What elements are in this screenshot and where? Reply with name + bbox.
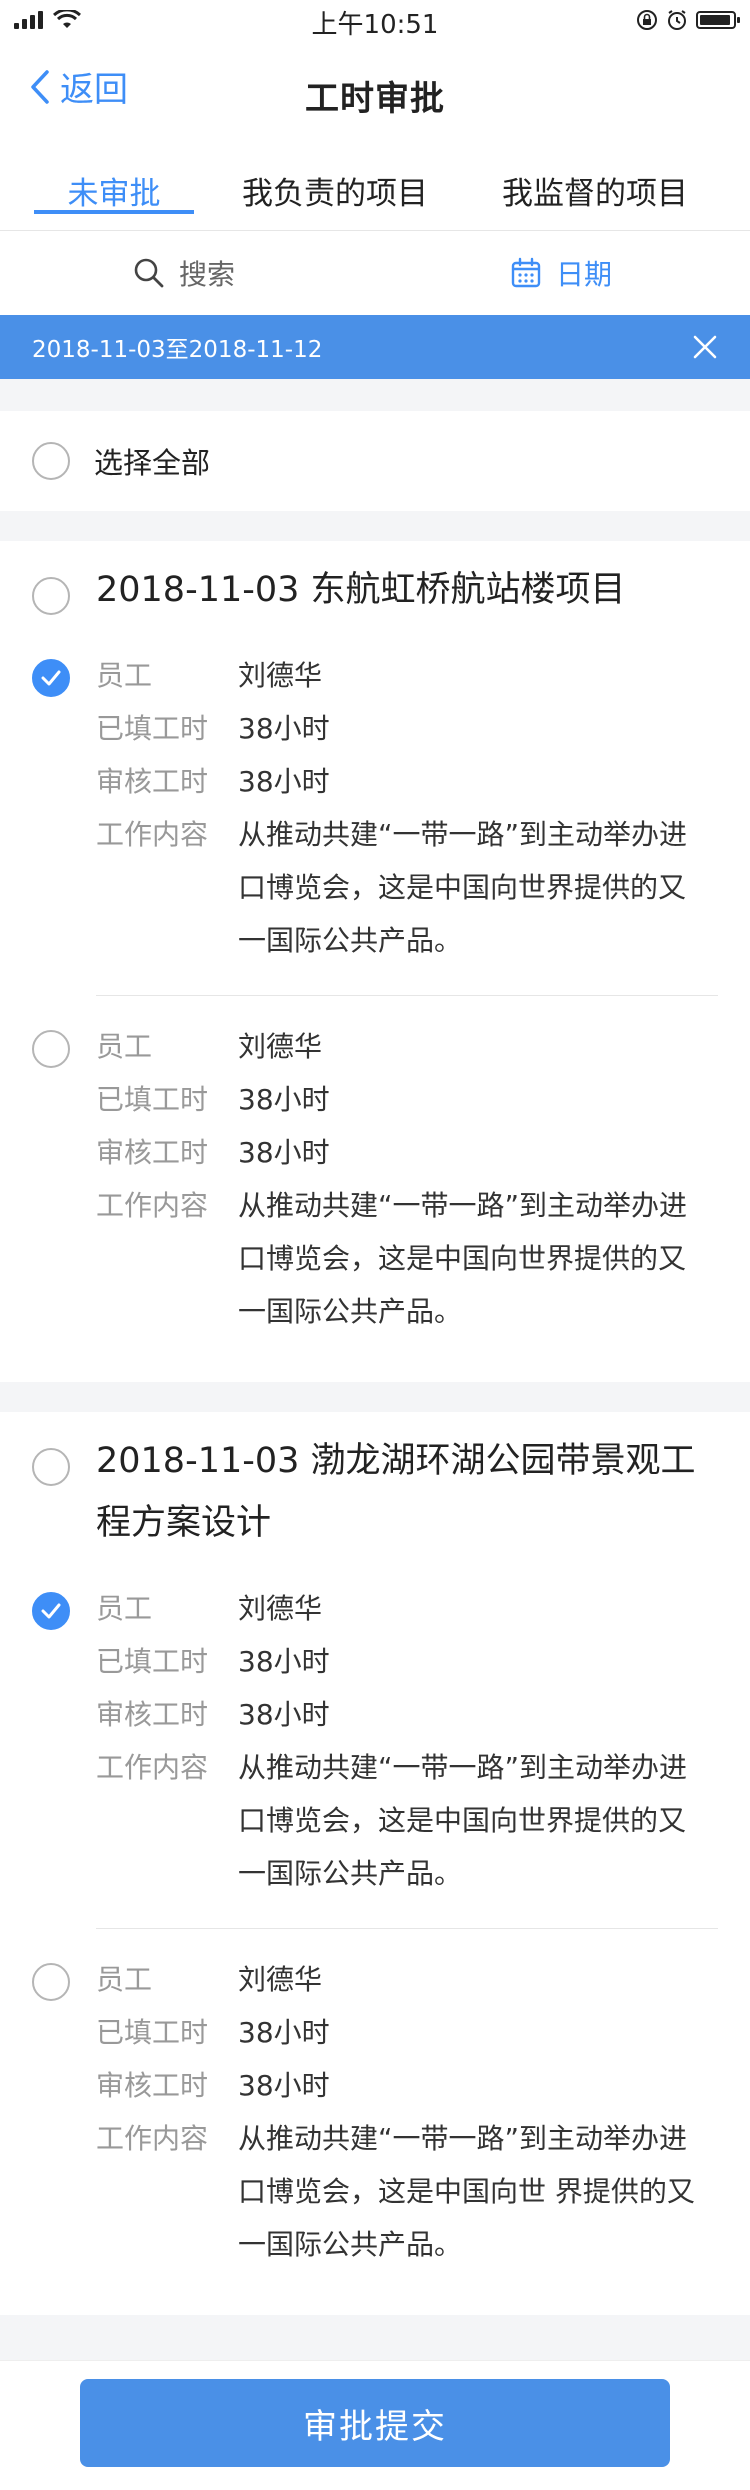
filled-hours-label: 已填工时 [96,1083,209,1116]
project-card: 2018-11-03 渤龙湖环湖公园带景观工程方案设计 员工 刘德华 已填工时 38… [0,1412,750,2315]
filled-hours-label: 已填工时 [96,712,209,745]
entry-item: 员工 刘德华 已填工时 38小时 审核工时 38小时 工作内容 从推动共建“一带一路”到… [0,1582,750,1929]
project-header[interactable]: 2018-11-03 渤龙湖环湖公园带景观工程方案设计 [0,1412,750,1582]
alarm-icon [668,10,686,30]
employee-label: 员工 [96,1963,153,1996]
audited-hours-value: 38小时 [238,1698,330,1731]
battery-icon [696,11,740,29]
date-filter-banner: 2018-11-03至2018-11-12 [0,315,750,379]
signal-icon [14,11,43,29]
search-icon [134,258,164,288]
search-button[interactable]: 搜索 [133,253,235,293]
entry-item: 员工 刘德华 已填工时 38小时 审核工时 38小时 工作内容 从推动共建“一带一路”到… [0,1020,750,1366]
filled-hours-value: 38小时 [238,1645,330,1678]
audited-hours-label: 审核工时 [96,1698,209,1731]
tab-pending[interactable]: 未审批 [34,150,194,214]
date-button[interactable]: 日期 [510,253,612,293]
tab-supervised-projects[interactable]: 我监督的项目 [490,150,700,213]
status-right [636,9,740,31]
spacer [0,511,750,541]
work-content-value: 从推动共建“一带一路”到主动举办进口博览会，这是中国向世界提供的又一国际公共产品… [238,1751,688,1890]
date-label: 日期 [556,258,613,291]
work-content-value: 从推动共建“一带一路”到主动举办进口博览会，这是中国向世界提供的又一国际公共产品… [238,1189,688,1328]
chevron-left-icon [31,69,49,104]
check-icon [41,670,61,686]
back-label: 返回 [60,70,128,110]
filled-hours-value: 38小时 [238,2016,330,2049]
work-content-value: 从推动共建“一带一路”到主动举办进口博览会，这是中国向世 界提供的又一国际公共产… [238,2122,695,2261]
project-header[interactable]: 2018-11-03 东航虹桥航站楼项目 [0,541,750,649]
audited-hours-label: 审核工时 [96,1136,209,1169]
bottom-action-bar: 审批提交 [0,2360,750,2490]
select-all-card: 选择全部 [0,411,750,511]
employee-label: 员工 [96,1030,153,1063]
select-all-row[interactable]: 选择全部 [0,411,750,511]
project-radio[interactable] [32,577,70,615]
entry-item: 员工 刘德华 已填工时 38小时 审核工时 38小时 工作内容 从推动共建“一带一路”到… [0,649,750,996]
submit-approval-button[interactable]: 审批提交 [80,2379,670,2467]
select-all-radio[interactable] [32,442,70,480]
status-left [14,10,81,30]
work-content-label: 工作内容 [96,2122,209,2155]
audited-hours-value: 38小时 [238,2069,330,2102]
nav-bar: 返回 工时审批 [0,40,750,150]
employee-value: 刘德华 [238,1963,323,1996]
search-bar: 搜索 日期 [0,231,750,315]
entry-radio-checked[interactable] [32,659,70,697]
employee-label: 员工 [96,659,153,692]
employee-value: 刘德华 [238,1592,323,1625]
employee-value: 刘德华 [238,659,323,692]
audited-hours-value: 38小时 [238,1136,330,1169]
work-content-value: 从推动共建“一带一路”到主动举办进口博览会，这是中国向世界提供的又一国际公共产品… [238,818,688,957]
spacer [0,1382,750,1412]
check-icon [41,1603,61,1619]
calendar-icon [511,257,541,288]
audited-hours-label: 审核工时 [96,765,209,798]
rotation-lock-icon [637,10,657,30]
entry-radio[interactable] [32,1963,70,2001]
employee-value: 刘德华 [238,1030,323,1063]
entry-details: 员工 刘德华 已填工时 38小时 审核工时 38小时 工作内容 从推动共建“一带一路”到… [96,1582,718,1929]
audited-hours-label: 审核工时 [96,2069,209,2102]
wifi-icon [53,10,81,28]
back-button[interactable]: 返回 [30,62,128,111]
date-range-text: 2018-11-03至2018-11-12 [32,337,323,363]
entry-item: 员工 刘德华 已填工时 38小时 审核工时 38小时 工作内容 从推动共建“一带一路”到… [0,1953,750,2299]
filled-hours-label: 已填工时 [96,1645,209,1678]
employee-label: 员工 [96,1592,153,1625]
work-content-label: 工作内容 [96,1189,209,1222]
select-all-label: 选择全部 [94,446,211,480]
work-content-label: 工作内容 [96,1751,209,1784]
entry-details: 员工 刘德华 已填工时 38小时 审核工时 38小时 工作内容 从推动共建“一带一路”到… [96,1953,718,2299]
entry-details: 员工 刘德华 已填工时 38小时 审核工时 38小时 工作内容 从推动共建“一带一路”到… [96,649,718,996]
project-radio[interactable] [32,1448,70,1486]
search-label: 搜索 [179,258,236,291]
filled-hours-value: 38小时 [238,1083,330,1116]
entry-radio-checked[interactable] [32,1592,70,1630]
status-time: 上午10:51 [311,10,439,40]
tab-my-projects[interactable]: 我负责的项目 [230,150,440,213]
entry-radio[interactable] [32,1030,70,1068]
status-bar: 上午10:51 [0,0,750,40]
filled-hours-label: 已填工时 [96,2016,209,2049]
audited-hours-value: 38小时 [238,765,330,798]
entry-details: 员工 刘德华 已填工时 38小时 审核工时 38小时 工作内容 从推动共建“一带一路”到… [96,1020,718,1366]
project-title: 2018-11-03 渤龙湖环湖公园带景观工程方案设计 [96,1441,696,1543]
filled-hours-value: 38小时 [238,712,330,745]
project-title: 2018-11-03 东航虹桥航站楼项目 [96,570,626,610]
close-icon[interactable] [692,334,718,360]
spacer [0,379,750,411]
work-content-label: 工作内容 [96,818,209,851]
project-card: 2018-11-03 东航虹桥航站楼项目 员工 刘德华 已填工时 38小时 审核工时… [0,541,750,1382]
tab-bar: 未审批 我负责的项目 我监督的项目 [0,150,750,231]
